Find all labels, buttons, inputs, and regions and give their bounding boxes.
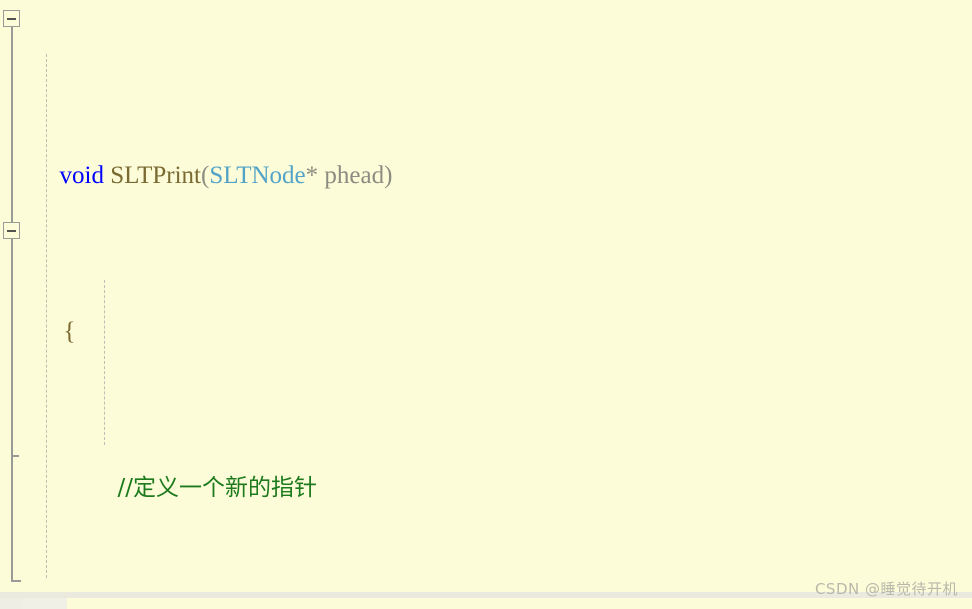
token-comment-define-pointer: //定义一个新的指针 — [117, 475, 318, 501]
code-line-1[interactable]: void SLTPrint(SLTNode* phead) — [0, 117, 972, 189]
gutter-bottom-fill-alt — [22, 598, 67, 609]
watermark-csdn: CSDN @睡觉待开机 — [814, 580, 958, 598]
token-brace-open-function: { — [63, 318, 76, 345]
next-code-region — [0, 598, 972, 609]
code-editor-pane[interactable]: void SLTPrint(SLTNode* phead) { //定义一个新的… — [0, 0, 972, 609]
token-param-phead: phead — [324, 162, 385, 189]
token-type-sltnode: SLTNode — [209, 162, 306, 189]
code-line-3[interactable]: //定义一个新的指针 — [0, 429, 972, 501]
code-text-area[interactable]: void SLTPrint(SLTNode* phead) { //定义一个新的… — [0, 0, 972, 609]
token-function-name: SLTPrint — [110, 162, 201, 189]
token-paren-close: ) — [384, 162, 393, 189]
token-keyword-void: void — [59, 162, 104, 189]
token-pointer-star: * — [305, 162, 325, 189]
code-line-2[interactable]: { — [0, 273, 972, 345]
gutter-bottom-fill — [0, 598, 22, 609]
